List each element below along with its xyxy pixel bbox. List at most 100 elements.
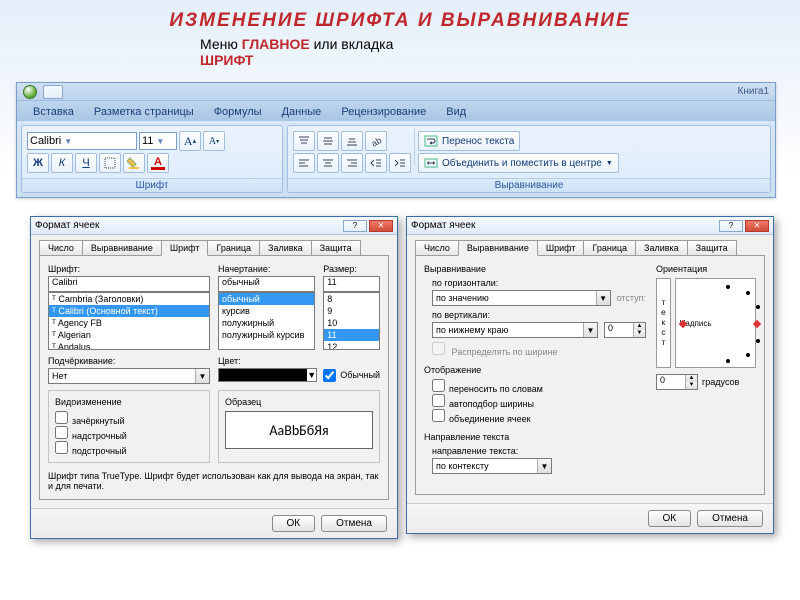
qat-dropdown[interactable] (43, 85, 63, 99)
vertical-text-button[interactable]: текст (656, 278, 671, 368)
horizontal-dropdown[interactable]: по значению ▼ (432, 290, 611, 306)
decrease-font-button[interactable]: A▾ (203, 131, 225, 151)
list-item[interactable]: ᵀ Algerian (49, 329, 209, 341)
ok-button[interactable]: ОК (272, 515, 316, 532)
font-name-combo[interactable]: Calibri ▼ (27, 132, 137, 150)
chevron-down-icon: ▼ (156, 137, 164, 146)
spinner-down[interactable]: ▼ (685, 382, 697, 389)
list-item[interactable]: 9 (324, 305, 379, 317)
spinner-up[interactable]: ▲ (685, 375, 697, 382)
shrink-fit-checkbox[interactable] (432, 394, 445, 407)
align-middle-button[interactable] (317, 131, 339, 151)
tab-alignment[interactable]: Выравнивание (458, 240, 538, 256)
size-listbox[interactable]: 8 9 10 11 12 (323, 292, 380, 350)
font-size-combo[interactable]: 11 ▼ (139, 132, 177, 150)
list-item[interactable]: 10 (324, 317, 379, 329)
list-item[interactable]: 11 (324, 329, 379, 341)
effect-strikethrough[interactable] (55, 411, 68, 424)
help-button[interactable]: ? (343, 220, 367, 232)
tab-view[interactable]: Вид (442, 103, 470, 121)
app-icon[interactable] (23, 85, 37, 99)
underline-dropdown[interactable]: Нет ▼ (48, 368, 210, 384)
size-input[interactable]: 11 (323, 276, 380, 292)
list-item[interactable]: ᵀ Cambria (Заголовки) (49, 293, 209, 305)
list-item[interactable]: курсив (219, 305, 314, 317)
bold-button[interactable]: Ж (27, 153, 49, 173)
tab-font[interactable]: Шрифт (161, 240, 209, 256)
borders-button[interactable] (99, 153, 121, 173)
tab-border[interactable]: Граница (583, 240, 636, 255)
dialog-title: Формат ячеек (35, 220, 341, 231)
tab-alignment[interactable]: Выравнивание (82, 240, 162, 255)
align-right-button[interactable] (341, 153, 363, 173)
merge-cells-checkbox[interactable] (432, 409, 445, 422)
style-input[interactable]: обычный (218, 276, 315, 292)
align-center-button[interactable] (317, 153, 339, 173)
tab-protection[interactable]: Защита (687, 240, 737, 255)
tab-data[interactable]: Данные (278, 103, 326, 121)
list-item[interactable]: 12 (324, 341, 379, 350)
align-bottom-button[interactable] (341, 131, 363, 151)
increase-font-button[interactable]: A▴ (179, 131, 201, 151)
display-group-heading: Отображение (424, 365, 646, 375)
tab-number[interactable]: Число (415, 240, 459, 255)
chevron-down-icon: ▼ (64, 137, 72, 146)
tab-page-layout[interactable]: Разметка страницы (90, 103, 198, 121)
orientation-dial[interactable]: Надпись (675, 278, 756, 368)
degrees-spinner[interactable]: 0 ▲▼ (656, 374, 698, 390)
vertical-dropdown[interactable]: по нижнему краю ▼ (432, 322, 598, 338)
list-item[interactable]: обычный (219, 293, 314, 305)
effect-subscript[interactable] (55, 441, 68, 454)
wrap-words-checkbox[interactable] (432, 379, 445, 392)
spinner-up[interactable]: ▲ (633, 323, 645, 330)
style-listbox[interactable]: обычный курсив полужирный полужирный кур… (218, 292, 315, 350)
subtitle-mid: или вкладка (310, 36, 394, 52)
tab-fill[interactable]: Заливка (635, 240, 688, 255)
close-button[interactable]: ✕ (745, 220, 769, 232)
normal-font-checkbox-label[interactable]: Обычный (323, 369, 380, 382)
subtitle-em2: ШРИФТ (200, 52, 253, 68)
list-item[interactable]: ᵀ Calibri (Основной текст) (49, 305, 209, 317)
increase-indent-button[interactable] (389, 153, 411, 173)
wrap-text-label: Перенос текста (442, 136, 514, 147)
fill-color-button[interactable] (123, 153, 145, 173)
tab-protection[interactable]: Защита (311, 240, 361, 255)
list-item[interactable]: полужирный (219, 317, 314, 329)
cancel-button[interactable]: Отмена (697, 510, 763, 527)
dialog-titlebar[interactable]: Формат ячеек ? ✕ (31, 217, 397, 235)
orientation-button[interactable]: ab (365, 131, 387, 151)
help-button[interactable]: ? (719, 220, 743, 232)
tab-font[interactable]: Шрифт (537, 240, 585, 255)
normal-font-checkbox[interactable] (323, 369, 336, 382)
tab-review[interactable]: Рецензирование (337, 103, 430, 121)
tab-formulas[interactable]: Формулы (210, 103, 266, 121)
indent-spinner[interactable]: 0 ▲▼ (604, 322, 646, 338)
chevron-down-icon: ▼ (195, 369, 209, 383)
font-listbox[interactable]: ᵀ Cambria (Заголовки) ᵀ Calibri (Основно… (48, 292, 210, 350)
close-button[interactable]: ✕ (369, 220, 393, 232)
direction-dropdown[interactable]: по контексту ▼ (432, 458, 552, 474)
spinner-down[interactable]: ▼ (633, 330, 645, 337)
italic-button[interactable]: К (51, 153, 73, 173)
tab-insert[interactable]: Вставка (29, 103, 78, 121)
tab-fill[interactable]: Заливка (259, 240, 312, 255)
list-item[interactable]: полужирный курсив (219, 329, 314, 341)
list-item[interactable]: ᵀ Agency FB (49, 317, 209, 329)
decrease-indent-button[interactable] (365, 153, 387, 173)
effect-superscript[interactable] (55, 426, 68, 439)
font-color-button[interactable]: A (147, 153, 169, 173)
color-dropdown[interactable]: ▼ (218, 368, 317, 382)
list-item[interactable]: ᵀ Andalus (49, 341, 209, 350)
merge-center-button[interactable]: Объединить и поместить в центре ▼ (418, 153, 619, 173)
font-input[interactable]: Calibri (48, 276, 210, 292)
cancel-button[interactable]: Отмена (321, 515, 387, 532)
align-left-button[interactable] (293, 153, 315, 173)
dialog-titlebar[interactable]: Формат ячеек ? ✕ (407, 217, 773, 235)
ok-button[interactable]: ОК (648, 510, 692, 527)
tab-border[interactable]: Граница (207, 240, 260, 255)
wrap-text-button[interactable]: Перенос текста (418, 131, 520, 151)
list-item[interactable]: 8 (324, 293, 379, 305)
align-top-button[interactable] (293, 131, 315, 151)
tab-number[interactable]: Число (39, 240, 83, 255)
underline-button[interactable]: Ч (75, 153, 97, 173)
